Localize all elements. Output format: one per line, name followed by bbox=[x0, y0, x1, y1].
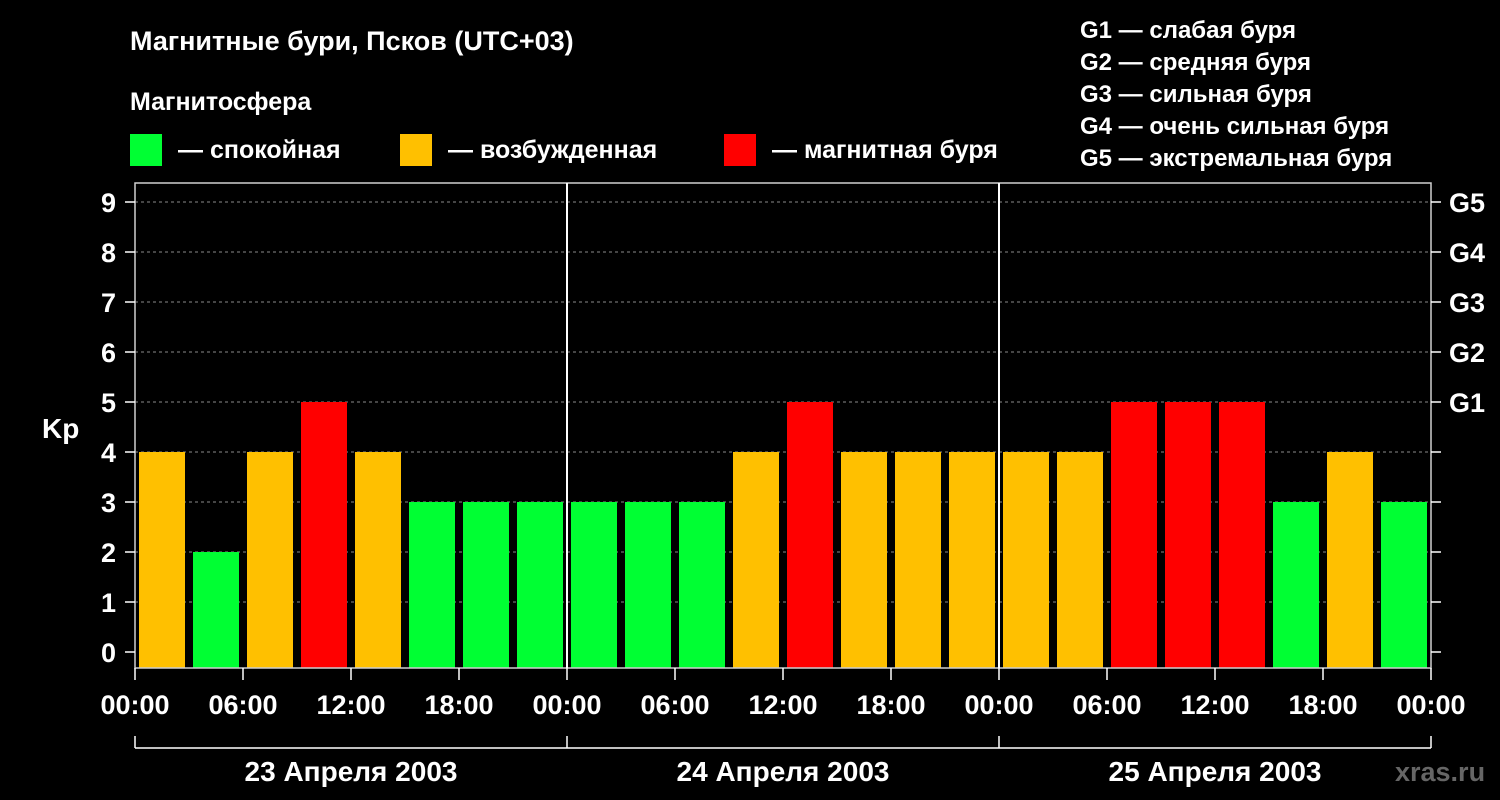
kp-bar bbox=[1273, 502, 1319, 668]
y-tick-label: 1 bbox=[101, 588, 116, 618]
y-tick-label: 9 bbox=[101, 188, 116, 218]
g-scale-item: G4 — очень сильная буря bbox=[1080, 113, 1389, 140]
kp-bar bbox=[1165, 402, 1211, 668]
kp-chart: Магнитные бури, Псков (UTC+03) Магнитосф… bbox=[42, 17, 1485, 787]
x-tick-label: 12:00 bbox=[748, 690, 817, 720]
g-scale-item: G1 — слабая буря bbox=[1080, 17, 1296, 44]
chart-title: Магнитные бури, Псков (UTC+03) bbox=[130, 26, 574, 56]
day-label: 25 Апреля 2003 bbox=[1109, 756, 1322, 787]
legend-label-storm: — магнитная буря bbox=[772, 136, 998, 164]
legend-swatch-quiet bbox=[130, 134, 162, 166]
g-level-label: G5 bbox=[1449, 188, 1485, 218]
legend-swatch-active bbox=[400, 134, 432, 166]
legend-label-active: — возбужденная bbox=[448, 136, 657, 164]
kp-bar bbox=[1057, 452, 1103, 668]
kp-bar bbox=[895, 452, 941, 668]
legend-title: Магнитосфера bbox=[130, 88, 312, 116]
g-level-label: G1 bbox=[1449, 388, 1485, 418]
g-scale-item: G3 — сильная буря bbox=[1080, 81, 1312, 108]
y-ticks: 0 1 2 3 4 5 6 7 8 9 bbox=[101, 188, 135, 668]
kp-bar bbox=[409, 502, 455, 668]
y-tick-label: 7 bbox=[101, 288, 116, 318]
legend-label-quiet: — спокойная bbox=[178, 136, 341, 164]
x-tick-label: 06:00 bbox=[208, 690, 277, 720]
g-scale-list: G1 — слабая буря G2 — средняя буря G3 — … bbox=[1080, 17, 1392, 172]
day-labels: 23 Апреля 2003 24 Апреля 2003 25 Апреля 20… bbox=[134, 736, 1432, 787]
x-tick-label: 06:00 bbox=[1072, 690, 1141, 720]
x-ticks: 00:00 06:00 12:00 18:00 00:00 06:00 12:00 18:00… bbox=[100, 668, 1466, 720]
x-tick-label: 00:00 bbox=[100, 690, 169, 720]
kp-bar bbox=[517, 502, 563, 668]
legend-swatch-storm bbox=[724, 134, 756, 166]
x-tick-label: 06:00 bbox=[640, 690, 709, 720]
kp-bar bbox=[1003, 452, 1049, 668]
x-tick-label: 18:00 bbox=[1288, 690, 1357, 720]
day-label: 24 Апреля 2003 bbox=[677, 756, 890, 787]
kp-bar bbox=[733, 452, 779, 668]
x-tick-label: 00:00 bbox=[964, 690, 1033, 720]
day-label: 23 Апреля 2003 bbox=[245, 756, 458, 787]
right-ticks: G1 G2 G3 G4 G5 bbox=[1431, 188, 1485, 653]
kp-bar bbox=[679, 502, 725, 668]
kp-bar bbox=[139, 452, 185, 668]
kp-bar bbox=[1111, 402, 1157, 668]
x-tick-label: 12:00 bbox=[316, 690, 385, 720]
watermark: xras.ru bbox=[1395, 757, 1485, 787]
y-axis-label: Kp bbox=[42, 413, 79, 444]
kp-bar bbox=[949, 452, 995, 668]
kp-bar bbox=[301, 402, 347, 668]
kp-bar bbox=[841, 452, 887, 668]
g-level-label: G3 bbox=[1449, 288, 1485, 318]
kp-bar bbox=[355, 452, 401, 668]
kp-bar bbox=[625, 502, 671, 668]
kp-bar bbox=[1219, 402, 1265, 668]
x-tick-label: 00:00 bbox=[1396, 690, 1465, 720]
y-tick-label: 0 bbox=[101, 638, 116, 668]
kp-bar bbox=[571, 502, 617, 668]
legend: — спокойная — возбужденная — магнитная б… bbox=[130, 134, 998, 166]
kp-bar bbox=[787, 402, 833, 668]
y-tick-label: 3 bbox=[101, 488, 116, 518]
g-scale-item: G2 — средняя буря bbox=[1080, 49, 1311, 76]
kp-bar bbox=[193, 552, 239, 668]
kp-bar bbox=[1381, 502, 1427, 668]
bars bbox=[139, 402, 1427, 668]
x-tick-label: 12:00 bbox=[1180, 690, 1249, 720]
x-tick-label: 00:00 bbox=[532, 690, 601, 720]
kp-bar bbox=[247, 452, 293, 668]
y-tick-label: 4 bbox=[101, 438, 116, 468]
g-level-label: G2 bbox=[1449, 338, 1485, 368]
y-tick-label: 2 bbox=[101, 538, 116, 568]
g-level-label: G4 bbox=[1449, 238, 1485, 268]
y-tick-label: 5 bbox=[101, 388, 116, 418]
kp-bar bbox=[463, 502, 509, 668]
x-tick-label: 18:00 bbox=[856, 690, 925, 720]
x-tick-label: 18:00 bbox=[424, 690, 493, 720]
y-tick-label: 6 bbox=[101, 338, 116, 368]
g-scale-item: G5 — экстремальная буря bbox=[1080, 145, 1392, 172]
kp-bar bbox=[1327, 452, 1373, 668]
y-tick-label: 8 bbox=[101, 238, 116, 268]
